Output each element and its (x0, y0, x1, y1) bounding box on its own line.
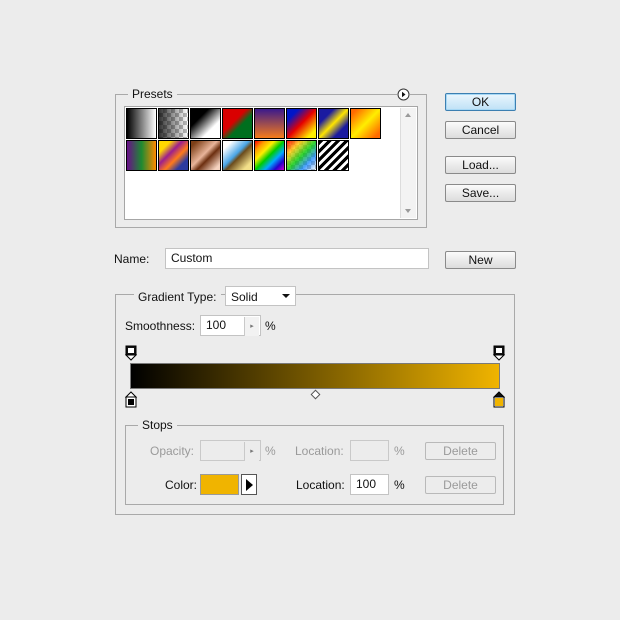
color-swatch[interactable] (200, 474, 239, 495)
preset-swatch-fill (127, 109, 156, 138)
preset-swatch-yellow-violet-orange-blue[interactable] (158, 140, 189, 171)
preset-swatch-transparent-stripes[interactable] (318, 140, 349, 171)
preset-swatch-black-white[interactable] (126, 108, 157, 139)
color-label: Color: (165, 478, 198, 492)
smoothness-stepper[interactable]: ▸ (244, 317, 259, 336)
preset-swatch-copper[interactable] (190, 140, 221, 171)
opacity-stop-right[interactable] (492, 345, 506, 364)
preset-swatch-violet-green-orange[interactable] (126, 140, 157, 171)
opacity-label: Opacity: (150, 444, 195, 458)
color-location-input[interactable]: 100 (350, 474, 389, 495)
triangle-right-icon (246, 479, 253, 491)
smoothness-input[interactable]: 100 ▸ (200, 315, 261, 336)
preset-swatch-fill (255, 141, 284, 170)
preset-swatch-fill (127, 141, 156, 170)
new-button[interactable]: New (445, 251, 516, 269)
preset-swatch-foreground-background[interactable] (190, 108, 221, 139)
load-button[interactable]: Load... (445, 156, 516, 174)
presets-swatch-panel (124, 106, 418, 220)
preset-swatch-red-green[interactable] (222, 108, 253, 139)
scroll-down-icon[interactable] (405, 209, 411, 213)
color-location-label: Location: (296, 478, 345, 492)
preset-swatch-spectrum[interactable] (254, 140, 285, 171)
preset-swatch-fill (255, 109, 284, 138)
opacity-stepper[interactable]: ▸ (244, 442, 259, 461)
preset-swatch-transparent-rainbow[interactable] (286, 140, 317, 171)
save-button[interactable]: Save... (445, 184, 516, 202)
presets-scrollbar[interactable] (400, 108, 416, 218)
preset-swatch-fill (351, 109, 380, 138)
color-delete-button[interactable]: Delete (425, 476, 496, 494)
opacity-input[interactable]: ▸ (200, 440, 261, 461)
opacity-unit: % (265, 444, 276, 458)
opacity-location-input[interactable] (350, 440, 389, 461)
preset-swatch-fill (287, 141, 316, 170)
preset-swatch-black-transparent[interactable] (158, 108, 189, 139)
preset-swatch-blue-red-yellow[interactable] (286, 108, 317, 139)
scroll-up-icon[interactable] (405, 113, 411, 117)
preset-swatch-fill (191, 141, 220, 170)
stops-legend: Stops (138, 418, 177, 432)
preset-swatch-fill (191, 109, 220, 138)
preset-swatch-fill (159, 109, 188, 138)
preset-swatch-orange-yellow-orange[interactable] (350, 108, 381, 139)
presets-legend: Presets (128, 87, 177, 101)
opacity-delete-button[interactable]: Delete (425, 442, 496, 460)
preset-swatch-violet-orange[interactable] (254, 108, 285, 139)
preset-swatch-fill (159, 141, 188, 170)
presets-menu-button[interactable] (397, 88, 410, 101)
preset-swatch-fill (287, 109, 316, 138)
opacity-location-unit: % (394, 444, 405, 458)
opacity-stop-left[interactable] (124, 345, 138, 364)
color-picker-arrow-button[interactable] (241, 474, 257, 495)
name-input[interactable]: Custom (165, 248, 429, 269)
ok-button[interactable]: OK (445, 93, 516, 111)
circle-arrow-right-icon (397, 88, 410, 101)
preset-swatch-fill (223, 109, 252, 138)
preset-swatch-chrome[interactable] (222, 140, 253, 171)
preset-swatch-fill (319, 141, 348, 170)
smoothness-value: 100 (206, 318, 227, 332)
preset-swatch-fill (223, 141, 252, 170)
gradient-type-label: Gradient Type: (134, 290, 221, 304)
gradient-type-select[interactable]: Solid (225, 286, 296, 306)
smoothness-unit: % (265, 319, 276, 333)
gradient-bar[interactable] (130, 363, 500, 389)
name-label: Name: (114, 252, 150, 266)
color-location-unit: % (394, 478, 405, 492)
opacity-location-label: Location: (295, 444, 344, 458)
preset-swatch-blue-yellow-blue[interactable] (318, 108, 349, 139)
chevron-down-icon (282, 294, 290, 298)
color-stop-right[interactable] (492, 391, 506, 411)
cancel-button[interactable]: Cancel (445, 121, 516, 139)
preset-swatch-fill (319, 109, 348, 138)
smoothness-label: Smoothness: (125, 319, 196, 333)
color-stop-left[interactable] (124, 391, 138, 411)
gradient-type-value: Solid (231, 290, 258, 304)
